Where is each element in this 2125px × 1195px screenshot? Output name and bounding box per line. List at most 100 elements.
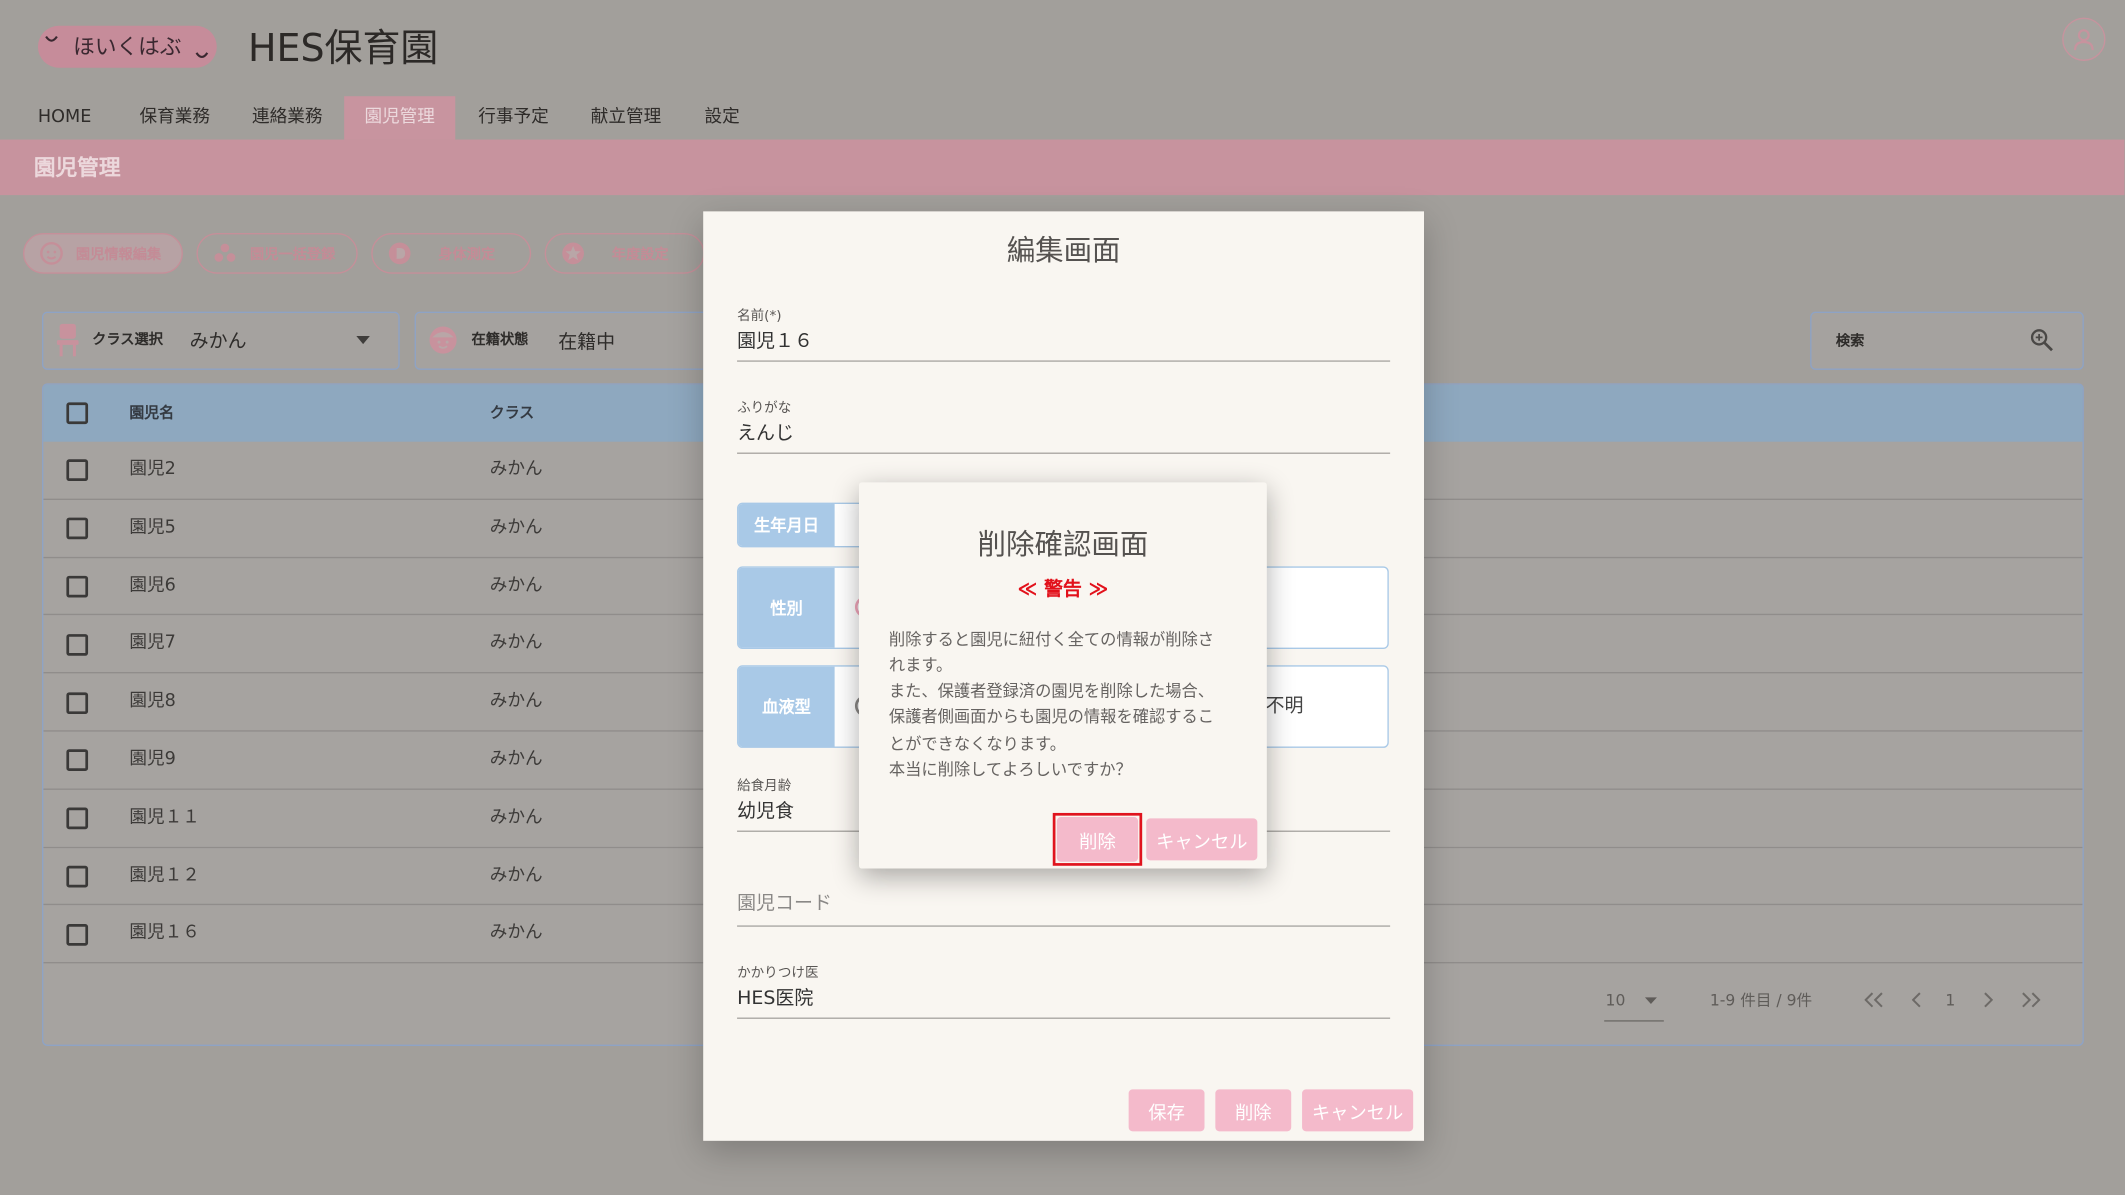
name-field[interactable]: 名前(*) (737, 308, 1391, 362)
delete-confirm-dialog: 削除確認画面 ≪ 警告 ≫ 削除すると園児に紐付く全ての情報が削除さ れます。 … (859, 482, 1267, 869)
star-badge-icon (562, 242, 584, 265)
birthdate-label: 生年月日 (738, 504, 835, 547)
action-bulk-register-button[interactable]: 園児一括登録 (196, 233, 358, 274)
measure-icon (388, 242, 411, 265)
app-screen: ほいくはぶ HES保育園 HOME 保育業務 連絡業務 園児管理 行事予定 献立… (0, 0, 2125, 1195)
delete-message: 削除すると園児に紐付く全ての情報が削除さ れます。 また、保護者登録済の園児を削… (889, 627, 1244, 784)
delete-button[interactable]: 削除 (1215, 1089, 1292, 1132)
account-icon (2073, 29, 2094, 51)
child-name-cell: 園児１２ (129, 865, 200, 886)
group-icon (214, 243, 236, 262)
message-line: れます。 (888, 655, 953, 675)
nav-item-childcare[interactable]: 保育業務 (140, 96, 210, 139)
page-header-band: 園児管理 (0, 139, 2125, 196)
last-page-button[interactable] (2019, 989, 2041, 1011)
action-measurement-button[interactable]: 身体測定 (371, 233, 532, 274)
child-name-cell: 園児１６ (129, 923, 200, 944)
message-line: 本当に削除してよろしいですか？ (888, 760, 1132, 780)
per-page-select[interactable]: 10 (1604, 986, 1664, 1022)
user-avatar-button[interactable] (2062, 17, 2106, 61)
name-input[interactable] (737, 329, 1391, 354)
row-checkbox[interactable] (65, 807, 88, 830)
action-year-setting-button[interactable]: 年度設定 (544, 233, 705, 274)
nav-item-home[interactable]: HOME (38, 96, 91, 139)
chair-icon (56, 323, 79, 357)
row-checkbox[interactable] (65, 459, 88, 482)
class-cell: みかん (489, 807, 543, 828)
logo-text: ほいくはぶ (73, 33, 182, 59)
enrollment-value: 在籍中 (558, 331, 616, 354)
kana-input[interactable] (737, 421, 1391, 446)
message-line: 保護者側画面からも園児の情報を確認するこ (888, 707, 1215, 727)
message-line: 削除すると園児に紐付く全ての情報が削除さ (888, 629, 1215, 649)
enrollment-label: 在籍状態 (471, 331, 529, 349)
row-checkbox[interactable] (65, 517, 88, 540)
row-checkbox[interactable] (65, 865, 88, 888)
row-checkbox[interactable] (65, 923, 88, 946)
kana-field[interactable]: ふりがな (737, 401, 1391, 454)
current-page: 1 (1945, 990, 1956, 1010)
warning-label: ≪ 警告 ≫ (1017, 578, 1109, 601)
row-checkbox[interactable] (65, 749, 88, 772)
chevron-down-icon (1644, 997, 1658, 1004)
message-line: また、保護者登録済の園児を削除した場合、 (888, 681, 1215, 701)
class-cell: みかん (489, 633, 543, 654)
app-logo[interactable]: ほいくはぶ (37, 25, 217, 68)
page-title: 園児管理 (33, 154, 121, 181)
nav-item-child-management[interactable]: 園児管理 (344, 96, 456, 140)
doctor-input[interactable] (737, 986, 1391, 1011)
nav-item-settings[interactable]: 設定 (705, 96, 740, 139)
row-checkbox[interactable] (65, 575, 88, 598)
child-name-cell: 園児7 (129, 633, 176, 654)
child-code-field[interactable] (737, 885, 1391, 927)
column-header-name[interactable]: 園児名 (129, 385, 174, 442)
column-header-class[interactable]: クラス (490, 385, 534, 442)
edit-dialog-title: 編集画面 (1006, 234, 1121, 267)
action-edit-child-button[interactable]: 園児情報編集 (23, 233, 183, 274)
kana-field-label: ふりがな (737, 401, 792, 416)
cancel-button[interactable]: キャンセル (1302, 1089, 1414, 1132)
smile-icon (45, 35, 58, 42)
gender-label: 性別 (738, 567, 835, 648)
class-cell: みかん (489, 517, 543, 538)
child-name-cell: 園児１１ (129, 807, 200, 828)
class-cell: みかん (489, 575, 543, 596)
nav-item-contact[interactable]: 連絡業務 (252, 96, 322, 139)
nav-item-menu[interactable]: 献立管理 (591, 96, 661, 139)
first-page-icon (1863, 992, 1882, 1008)
name-field-label: 名前(*) (737, 308, 782, 324)
action-label: 園児情報編集 (75, 245, 162, 263)
class-select[interactable]: クラス選択 みかん (42, 311, 400, 370)
search-icon[interactable] (2030, 328, 2054, 352)
select-all-checkbox[interactable] (65, 402, 88, 425)
blood-type-option-unknown[interactable]: 不明 (1265, 694, 1303, 718)
child-icon (429, 326, 457, 354)
class-cell: みかん (489, 691, 543, 712)
search-label: 検索 (1835, 333, 1865, 350)
next-page-button[interactable] (1976, 989, 1998, 1011)
chevron-down-icon (356, 336, 370, 345)
chevron-right-icon (1983, 992, 1993, 1008)
prev-page-button[interactable] (1906, 989, 1928, 1011)
smile-icon (195, 52, 209, 58)
save-button[interactable]: 保存 (1128, 1089, 1205, 1132)
class-cell: みかん (489, 923, 543, 944)
first-page-button[interactable] (1862, 989, 1884, 1011)
pagination-range: 1-9 件目 / 9件 (1709, 990, 1813, 1010)
nav-item-events[interactable]: 行事予定 (478, 96, 548, 139)
action-label: 身体測定 (438, 245, 496, 263)
main-nav: HOME 保育業務 連絡業務 園児管理 行事予定 献立管理 設定 (0, 96, 2124, 140)
highlight-frame (1052, 812, 1143, 866)
cancel-delete-button[interactable]: キャンセル (1146, 818, 1258, 861)
doctor-field[interactable]: かかりつけ医 (737, 966, 1391, 1019)
row-checkbox[interactable] (65, 633, 88, 656)
child-code-input[interactable] (737, 890, 1391, 918)
class-cell: みかん (489, 865, 543, 886)
search-input[interactable]: 検索 (1810, 311, 2084, 370)
child-name-cell: 園児5 (129, 517, 176, 538)
row-checkbox[interactable] (65, 691, 88, 714)
delete-dialog-title: 削除確認画面 (977, 528, 1149, 561)
class-select-label: クラス選択 (92, 331, 163, 349)
page-number-button[interactable]: 1 (1940, 989, 1962, 1011)
per-page-value: 10 (1605, 990, 1626, 1010)
